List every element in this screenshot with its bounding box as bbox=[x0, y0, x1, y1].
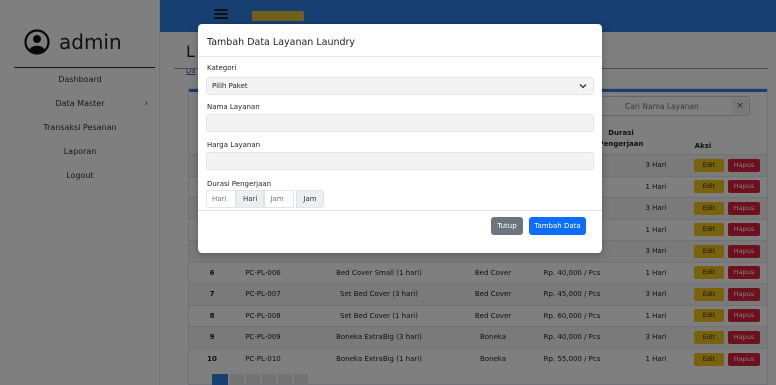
kategori-label: Kategori bbox=[207, 64, 237, 72]
modal-footer-divider bbox=[198, 210, 602, 211]
close-button[interactable]: Tutup bbox=[491, 217, 523, 235]
harga-layanan-label: Harga Layanan bbox=[207, 141, 261, 149]
durasi-input-group: Hari Jam bbox=[206, 190, 324, 208]
harga-layanan-input[interactable] bbox=[206, 152, 594, 170]
durasi-jam-addon: Jam bbox=[296, 190, 324, 208]
durasi-hari-input[interactable] bbox=[206, 190, 236, 208]
durasi-hari-addon: Hari bbox=[236, 190, 265, 208]
add-service-modal: Tambah Data Layanan Laundry Kategori Pil… bbox=[198, 24, 602, 253]
durasi-pengerjaan-label: Durasi Pengerjaan bbox=[207, 180, 272, 188]
durasi-jam-input[interactable] bbox=[264, 190, 295, 208]
submit-button[interactable]: Tambah Data bbox=[529, 217, 586, 235]
modal-header-divider bbox=[198, 56, 602, 57]
nama-layanan-label: Nama Layanan bbox=[207, 103, 260, 111]
nama-layanan-input[interactable] bbox=[206, 114, 594, 132]
chevron-down-icon bbox=[579, 84, 587, 89]
modal-title: Tambah Data Layanan Laundry bbox=[207, 37, 356, 48]
kategori-selected-value: Pilih Paket bbox=[212, 82, 248, 90]
kategori-select[interactable]: Pilih Paket bbox=[206, 77, 594, 95]
